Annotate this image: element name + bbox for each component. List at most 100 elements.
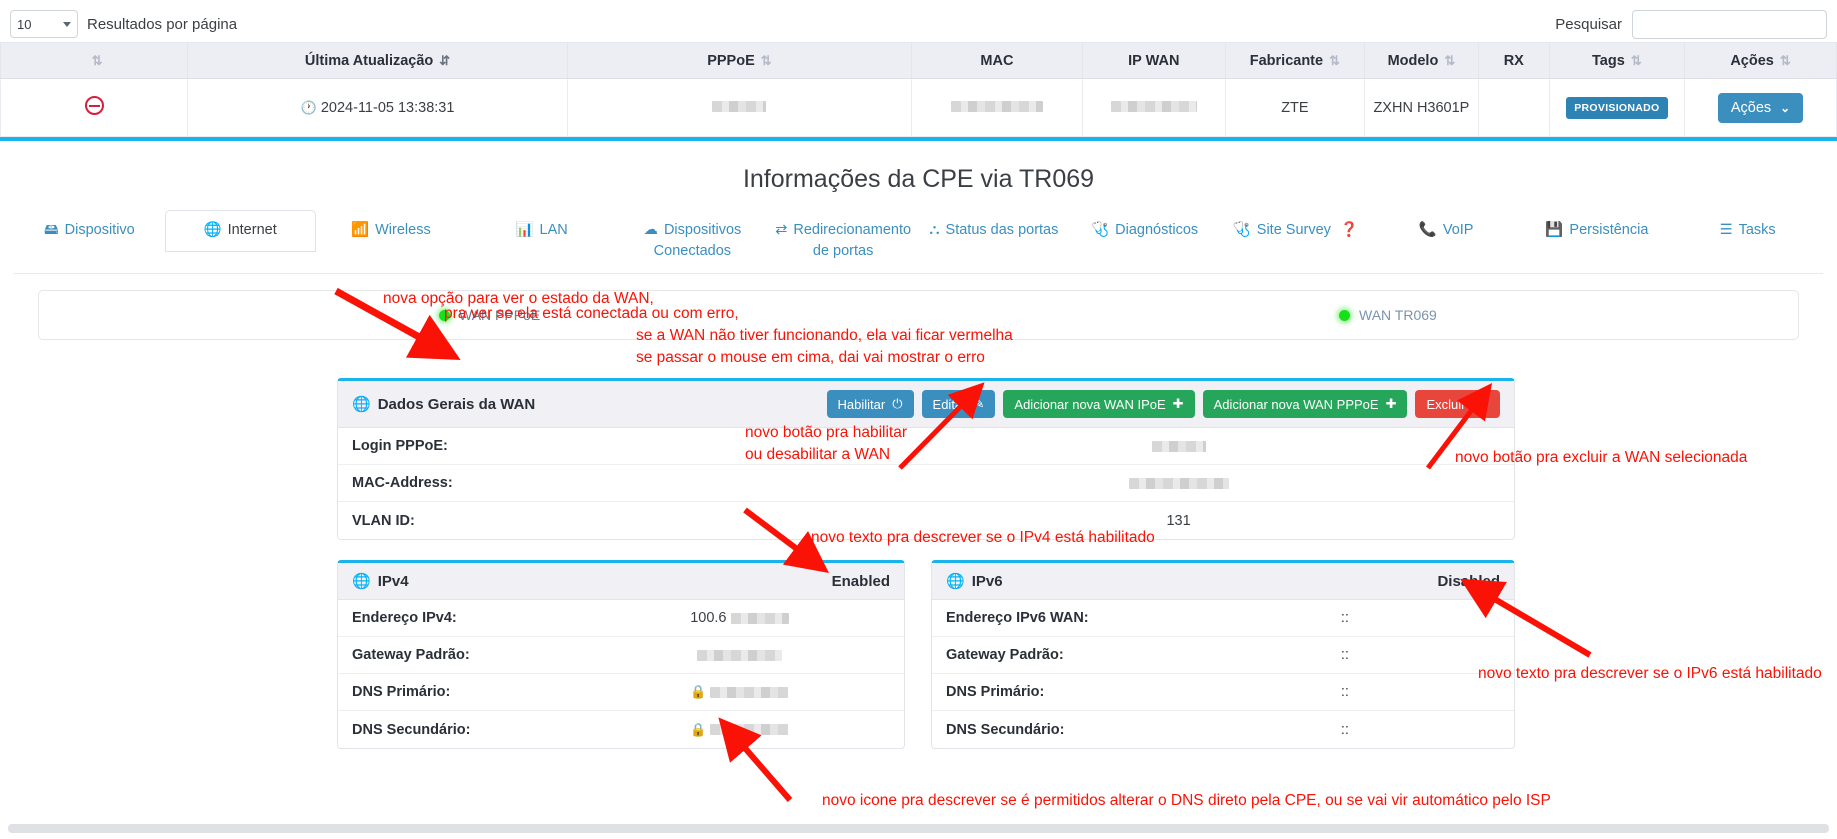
tab-diagnosticos[interactable]: 🩺 Diagnósticos xyxy=(1069,210,1220,252)
phone-icon: 📞 xyxy=(1418,222,1437,238)
table-col-tags[interactable]: Tags ⇅ xyxy=(1548,42,1686,79)
table-col-rx[interactable]: RX xyxy=(1477,42,1550,79)
globe-icon: 🌐 xyxy=(946,573,965,590)
per-page-control: 10 Resultados por página xyxy=(10,10,237,38)
tab-persistencia[interactable]: 💾 Persistência xyxy=(1522,210,1673,252)
ipv6-row-gateway-value: :: xyxy=(1340,647,1349,663)
ipv4-row-endereco: Endereço IPv4: 100.6 xyxy=(338,600,904,637)
row-last-update: 🕐 2024-11-05 13:38:31 xyxy=(187,78,568,137)
ipv4-status-text: Enabled xyxy=(831,572,890,590)
ipv6-row-dns-secundario: DNS Secundário: :: xyxy=(932,711,1514,748)
arrow-dns-lock xyxy=(718,717,793,802)
device-icon: 🖴 xyxy=(43,222,59,238)
tab-wireless[interactable]: 📶 Wireless xyxy=(316,210,467,252)
wan-card-actions: Habilitar ⏻ Editar ✎ Adicionar nova WAN IP… xyxy=(826,390,1500,418)
lock-icon: 🔒 xyxy=(690,684,707,699)
blocked-icon[interactable] xyxy=(84,96,104,115)
annotation-ipv6-status: novo texto pra descrever se o IPv6 está … xyxy=(1478,665,1822,682)
redacted-value xyxy=(710,724,789,735)
ipv4-row-gateway-value xyxy=(589,649,890,661)
redacted-value xyxy=(712,100,767,112)
ipv4-row-dns-secundario-value: 🔒 xyxy=(589,722,890,738)
connected-devices-icon: ☁ xyxy=(643,222,658,238)
status-badge: PROVISIONADO xyxy=(1566,96,1668,119)
sort-icon: ⇵ xyxy=(439,52,451,68)
tab-site-survey[interactable]: 🩺 Site Survey ❓ xyxy=(1220,210,1371,252)
tab-dispositivo[interactable]: 🖴 Dispositivo xyxy=(14,210,165,252)
ipv4-row-dns-primario: DNS Primário: 🔒 xyxy=(338,674,904,711)
row-mac xyxy=(911,78,1083,137)
row-rx xyxy=(1477,78,1550,137)
annotation-wan-state-4: se passar o mouse em cima, dai vai mostr… xyxy=(636,349,985,366)
row-ip-wan xyxy=(1081,78,1226,137)
per-page-select[interactable]: 10 xyxy=(10,10,78,38)
wan-row-login-pppoe-value xyxy=(857,440,1500,452)
tasks-icon: ☰ xyxy=(1719,222,1733,238)
enable-wan-button[interactable]: Habilitar ⏻ xyxy=(826,390,914,418)
ipv6-status-text: Disabled xyxy=(1437,572,1500,590)
globe-icon: 🌐 xyxy=(203,222,222,238)
tab-voip[interactable]: 📞 VoIP xyxy=(1371,210,1522,252)
sort-icon: ⇅ xyxy=(1779,52,1791,68)
tab-dispositivos-conectados[interactable]: ☁ Dispositivos Conectados xyxy=(617,210,768,273)
table-col-last-update[interactable]: Última Atualização ⇵ xyxy=(187,42,568,79)
lock-icon: 🔒 xyxy=(690,721,707,737)
clock-icon: 🕐 xyxy=(300,99,317,115)
sort-icon: ⇅ xyxy=(760,52,772,68)
table-row[interactable]: 🕐 2024-11-05 13:38:31 ZTE ZXHN H3601P PRO… xyxy=(0,78,1837,137)
per-page-label: Resultados por página xyxy=(87,15,238,33)
table-col-mac[interactable]: MAC xyxy=(911,42,1083,79)
annotation-wan-state-2: pra ver se ela está conectada ou com err… xyxy=(444,305,739,322)
annotation-ipv4-status: novo texto pra descrever se o IPv4 está … xyxy=(811,529,1155,546)
search-input[interactable] xyxy=(1632,10,1827,39)
wan-row-vlan-id-value: 131 xyxy=(1166,512,1191,529)
wifi-icon: 📶 xyxy=(351,222,370,238)
row-acoes: Ações ⌄ xyxy=(1684,78,1837,137)
trash-icon: 🗑 xyxy=(1472,396,1489,411)
edit-wan-button[interactable]: Editar ✎ xyxy=(921,390,996,418)
tab-tasks[interactable]: ☰ Tasks xyxy=(1672,210,1823,252)
tab-status-das-portas[interactable]: ⛬ Status das portas xyxy=(919,210,1070,252)
ipv6-row-dns-secundario-value: :: xyxy=(1340,721,1349,738)
globe-icon: 🌐 xyxy=(352,396,371,413)
help-icon[interactable]: ❓ xyxy=(1340,220,1358,241)
ipv4-row-gateway: Gateway Padrão: xyxy=(338,637,904,674)
table-col-fabricante[interactable]: Fabricante ⇅ xyxy=(1224,42,1365,79)
wan-row-login-pppoe: Login PPPoE: xyxy=(338,428,1514,465)
sort-icon: ⇅ xyxy=(1630,52,1642,68)
annotation-dns-lock: novo icone pra descrever se é permitidos… xyxy=(822,792,1551,809)
signal-bars-icon: 📊 xyxy=(515,222,534,238)
delete-wan-button[interactable]: Excluir 🗑 xyxy=(1415,390,1500,418)
page-title: Informações da CPE via TR069 xyxy=(742,165,1095,193)
tab-redirecionamento-de-portas[interactable]: ⇄ Redirecionamento de portas xyxy=(768,210,919,273)
port-forward-icon: ⇄ xyxy=(775,222,788,238)
ipv4-row-dns-secundario: DNS Secundário: 🔒 xyxy=(338,711,904,748)
table-col-status[interactable]: ⇅ xyxy=(0,42,189,79)
ipv4-card-title: IPv4 xyxy=(377,572,409,590)
ipv6-row-endereco: Endereço IPv6 WAN: :: xyxy=(932,600,1514,637)
redacted-value xyxy=(1151,440,1206,452)
tab-bar: 🖴 Dispositivo 🌐 Internet 📶 Wireless 📊 LAN ☁ D… xyxy=(0,210,1837,273)
ipv6-card-header: 🌐 IPv6 Disabled xyxy=(932,563,1514,600)
chevron-down-icon xyxy=(63,21,71,27)
wan-general-card: 🌐 Dados Gerais da WAN Habilitar ⏻ Editar ✎… xyxy=(337,378,1515,540)
row-actions-button[interactable]: Ações ⌄ xyxy=(1717,92,1804,123)
wan-status-tr069[interactable]: WAN TR069 xyxy=(1339,307,1437,323)
wan-general-card-header: 🌐 Dados Gerais da WAN Habilitar ⏻ Editar ✎… xyxy=(338,381,1514,428)
table-col-pppoe[interactable]: PPPoE ⇅ xyxy=(566,42,913,79)
ipv4-row-endereco-value: 100.6 xyxy=(589,610,890,626)
stethoscope-icon: 🩺 xyxy=(1232,222,1251,238)
ipv6-card: 🌐 IPv6 Disabled Endereço IPv6 WAN: :: Ga… xyxy=(931,560,1515,749)
table-col-acoes[interactable]: Ações ⇅ xyxy=(1684,42,1837,79)
add-wan-pppoe-button[interactable]: Adicionar nova WAN PPPoE ✚ xyxy=(1202,390,1408,418)
ipv6-row-gateway: Gateway Padrão: :: xyxy=(932,637,1514,674)
horizontal-scrollbar[interactable] xyxy=(8,824,1829,833)
add-wan-ipoe-button[interactable]: Adicionar nova WAN IPoE ✚ xyxy=(1003,390,1195,418)
tab-lan[interactable]: 📊 LAN xyxy=(466,210,617,252)
sort-icon: ⇅ xyxy=(1444,52,1456,68)
ipv6-row-endereco-value: :: xyxy=(1340,610,1349,626)
table-col-ip-wan[interactable]: IP WAN xyxy=(1081,42,1226,79)
tab-internet[interactable]: 🌐 Internet xyxy=(164,210,316,253)
table-col-modelo[interactable]: Modelo ⇅ xyxy=(1363,42,1479,79)
per-page-value: 10 xyxy=(17,16,32,32)
